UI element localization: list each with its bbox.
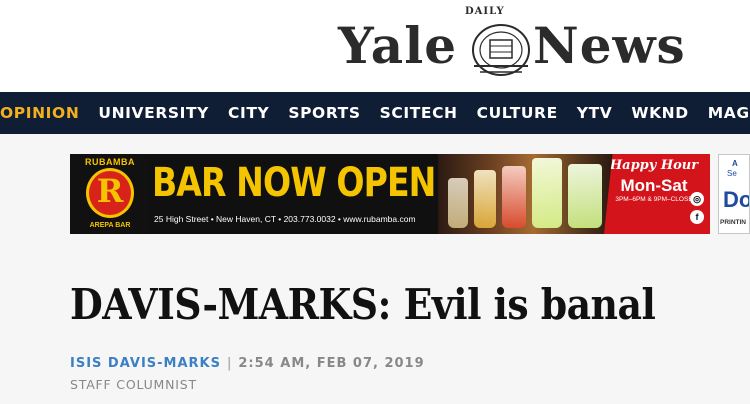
nav-list: OPINION UNIVERSITY CITY SPORTS SCITECH CULTUR… bbox=[0, 92, 750, 134]
nav-item-opinion[interactable]: OPINION bbox=[0, 104, 79, 122]
nav-item-wknd[interactable]: WKND bbox=[631, 104, 688, 122]
ad-banner-side[interactable]: A Se Do PRINTIN bbox=[718, 154, 750, 234]
logo-daily-label: DAILY bbox=[465, 6, 505, 17]
side-ad-line2: Se bbox=[727, 169, 737, 178]
side-ad-line1: A bbox=[732, 159, 738, 168]
masthead: DAILY Yale News bbox=[0, 0, 750, 92]
article-title: DAVIS-MARKS: Evil is banal bbox=[70, 280, 656, 329]
instagram-icon[interactable]: ◎ bbox=[690, 192, 704, 206]
side-ad-line3: PRINTIN bbox=[720, 219, 746, 226]
nav-item-mag[interactable]: MAG bbox=[708, 104, 750, 122]
glass-image bbox=[568, 164, 602, 228]
nav-item-ytv[interactable]: YTV bbox=[577, 104, 613, 122]
rubamba-letter: R bbox=[96, 172, 124, 210]
byline: ISIS DAVIS-MARKS | 2:54 AM, FEB 07, 2019 bbox=[70, 356, 425, 371]
happy-hour-days: Mon-Sat bbox=[620, 176, 688, 195]
glass-image bbox=[532, 158, 562, 228]
glass-image bbox=[448, 178, 468, 228]
logo-word-news: News bbox=[533, 16, 686, 75]
glass-image bbox=[502, 166, 526, 228]
yale-daily-news-logo[interactable]: DAILY Yale News bbox=[320, 6, 685, 86]
nav-item-university[interactable]: UNIVERSITY bbox=[98, 104, 209, 122]
author-role: STAFF COLUMNIST bbox=[70, 377, 197, 392]
happy-hour-title: Happy Hour bbox=[609, 158, 699, 173]
author-link[interactable]: ISIS DAVIS-MARKS bbox=[70, 356, 221, 371]
rubamba-brand-top: RUBAMBA bbox=[85, 157, 135, 167]
ad-banner-rubamba[interactable]: RUBAMBA R AREPA BAR BAR NOW OPEN 25 High… bbox=[70, 154, 710, 234]
facebook-icon[interactable]: f bbox=[690, 210, 704, 224]
nav-item-culture[interactable]: CULTURE bbox=[477, 104, 558, 122]
rubamba-logo: RUBAMBA R AREPA BAR bbox=[70, 154, 150, 234]
content-area: RUBAMBA R AREPA BAR BAR NOW OPEN 25 High… bbox=[0, 134, 750, 404]
happy-hour-times: 3PM–6PM & 9PM–CLOSE bbox=[615, 196, 693, 203]
main-nav: OPINION UNIVERSITY CITY SPORTS SCITECH CULTUR… bbox=[0, 92, 750, 134]
drinks-photo bbox=[438, 154, 612, 234]
ad-address: 25 High Street • New Haven, CT • 203.773… bbox=[154, 214, 416, 224]
glass-image bbox=[474, 170, 496, 228]
publish-timestamp: 2:54 AM, FEB 07, 2019 bbox=[238, 356, 425, 371]
ad-headline: BAR NOW OPEN bbox=[152, 160, 436, 206]
nav-item-scitech[interactable]: SCITECH bbox=[380, 104, 458, 122]
logo-word-yale: Yale bbox=[338, 16, 458, 75]
seal-icon bbox=[472, 24, 530, 76]
side-ad-logo: Do bbox=[723, 187, 750, 212]
nav-item-sports[interactable]: SPORTS bbox=[288, 104, 360, 122]
byline-separator: | bbox=[227, 356, 233, 371]
nav-item-city[interactable]: CITY bbox=[228, 104, 269, 122]
rubamba-brand-bottom: AREPA BAR bbox=[89, 222, 131, 229]
